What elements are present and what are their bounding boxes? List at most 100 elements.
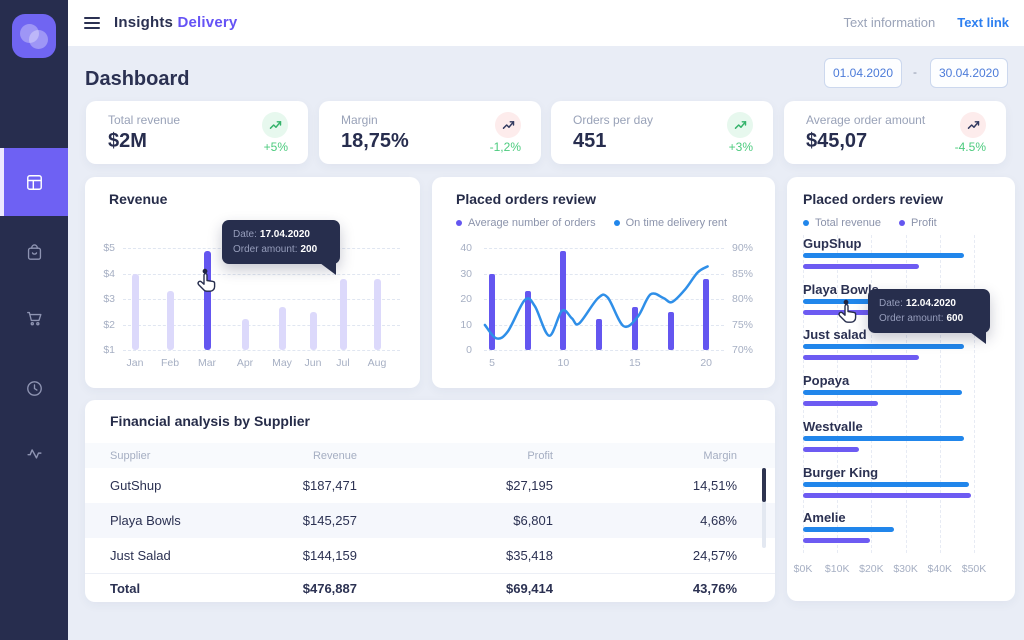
- revenue-bar-jun[interactable]: [310, 312, 317, 350]
- menu-icon[interactable]: [84, 17, 100, 29]
- x-axis-label: Jul: [329, 357, 357, 369]
- table-header-row: SupplierRevenueProfitMargin: [85, 443, 775, 468]
- orders-bar-x10[interactable]: [560, 251, 566, 350]
- supplier-name: GupShup: [803, 236, 862, 251]
- orders-bar-x17.5[interactable]: [668, 312, 674, 350]
- total-value-cell: 43,76%: [553, 581, 737, 596]
- revenue-bar-apr[interactable]: [242, 319, 249, 350]
- total-value-cell: $476,887: [260, 581, 357, 596]
- supplier-revenue-bar[interactable]: [803, 253, 964, 258]
- trend-up-icon: [727, 112, 753, 138]
- revenue-bar-may[interactable]: [279, 307, 286, 350]
- kpi-delta: +3%: [729, 140, 753, 154]
- gridline: [123, 299, 400, 300]
- table-scrollbar-thumb[interactable]: [762, 468, 766, 502]
- supplier-profit-bar[interactable]: [803, 447, 859, 452]
- supplier-cell: Playa Bowls: [110, 513, 260, 528]
- y-axis-label: $4: [89, 268, 115, 280]
- x-axis-label: Jun: [299, 357, 327, 369]
- table-row[interactable]: GutShup$187,471$27,19514,51%: [85, 468, 775, 503]
- gridline: [484, 325, 724, 326]
- revenue-bar-jul[interactable]: [340, 279, 347, 350]
- legend-dot-delivery: [614, 220, 620, 226]
- supplier-profit-bar[interactable]: [803, 355, 919, 360]
- revenue-title: Revenue: [109, 191, 167, 207]
- revenue-bar-jan[interactable]: [132, 274, 139, 351]
- supplier-revenue-bar[interactable]: [803, 527, 894, 532]
- value-cell: $6,801: [357, 513, 553, 528]
- x-axis-label: Apr: [231, 357, 259, 369]
- x-axis-label: $30K: [890, 563, 922, 575]
- legend-profit[interactable]: Profit: [911, 217, 937, 229]
- gridline: [484, 274, 724, 275]
- tooltip-amount-value: 600: [946, 313, 963, 324]
- table-row[interactable]: Playa Bowls$145,257$6,8014,68%: [85, 503, 775, 538]
- supplier-cell: Just Salad: [110, 548, 260, 563]
- orders-bar-x20[interactable]: [703, 279, 709, 350]
- value-cell: 24,57%: [553, 548, 737, 563]
- tooltip-amount-label: Order amount:: [233, 244, 297, 255]
- sidebar-item-cart[interactable]: [0, 284, 68, 352]
- tooltip-date-value: 12.04.2020: [906, 298, 956, 309]
- gridline: [123, 350, 400, 351]
- value-cell: $144,159: [260, 548, 357, 563]
- revenue-bar-aug[interactable]: [374, 279, 381, 350]
- orders-bar-x5[interactable]: [489, 274, 495, 351]
- right-axis-label: 90%: [732, 242, 768, 254]
- gridline: [123, 325, 400, 326]
- kpi-value: 18,75%: [341, 130, 409, 153]
- supplier-name: Just salad: [803, 327, 867, 342]
- activity-icon: [25, 444, 44, 463]
- supplier-name: Burger King: [803, 465, 878, 480]
- gridline: [484, 299, 724, 300]
- legend-average-orders[interactable]: Average number of orders: [468, 217, 596, 229]
- kpi-card-4: Average order amount$45,07-4.5%: [784, 101, 1006, 164]
- supplier-profit-bar[interactable]: [803, 401, 878, 406]
- date-to-button[interactable]: 30.04.2020: [930, 58, 1008, 88]
- tooltip-beak: [320, 263, 336, 275]
- supplier-revenue-bar[interactable]: [803, 482, 969, 487]
- sidebar-item-history[interactable]: [0, 354, 68, 422]
- orders-bar-x15[interactable]: [632, 307, 638, 350]
- supplier-profit-bar[interactable]: [803, 538, 870, 543]
- table-row[interactable]: Just Salad$144,159$35,41824,57%: [85, 538, 775, 573]
- x-axis-label: $0K: [787, 563, 819, 575]
- orders-bar-x12.5[interactable]: [596, 319, 602, 350]
- value-cell: $27,195: [357, 478, 553, 493]
- date-separator: -: [908, 65, 922, 79]
- clock-icon: [25, 379, 44, 398]
- x-axis-label: 5: [478, 357, 506, 369]
- revenue-card: Revenue $5$4$3$2$1JanFebMarAprMayJunJulA…: [85, 177, 420, 388]
- supplier-revenue-bar[interactable]: [803, 436, 964, 441]
- right-axis-label: 70%: [732, 344, 768, 356]
- legend-delivery-rent[interactable]: On time delivery rent: [626, 217, 727, 229]
- suppliers-tooltip: Date:12.04.2020 Order amount:600: [868, 289, 990, 333]
- total-value-cell: $69,414: [357, 581, 553, 596]
- suppliers-legend: Total revenue Profit: [803, 217, 949, 229]
- legend-dot-profit: [899, 220, 905, 226]
- kpi-delta: -1,2%: [490, 140, 521, 154]
- revenue-bar-mar[interactable]: [204, 251, 211, 350]
- text-link[interactable]: Text link: [957, 15, 1009, 30]
- placed-orders-title: Placed orders review: [456, 191, 596, 207]
- sidebar-item-activity[interactable]: [0, 419, 68, 487]
- revenue-bar-feb[interactable]: [167, 291, 174, 350]
- x-axis-label: $40K: [924, 563, 956, 575]
- sidebar-item-orders[interactable]: [0, 218, 68, 286]
- left-axis-label: 40: [448, 242, 472, 254]
- table-total-row: Total$476,887$69,41443,76%: [85, 573, 775, 602]
- supplier-profit-bar[interactable]: [803, 264, 919, 269]
- topbar-links: Text information Text link: [843, 15, 1009, 30]
- supplier-revenue-bar[interactable]: [803, 390, 962, 395]
- brand-bold: Insights: [114, 14, 173, 31]
- x-axis-label: 20: [692, 357, 720, 369]
- orders-bar-x7.5[interactable]: [525, 291, 531, 350]
- sidebar-item-dashboard[interactable]: [0, 148, 68, 216]
- x-axis-label: $50K: [958, 563, 990, 575]
- date-from-button[interactable]: 01.04.2020: [824, 58, 902, 88]
- supplier-revenue-bar[interactable]: [803, 344, 964, 349]
- kpi-value: $45,07: [806, 130, 867, 153]
- supplier-profit-bar[interactable]: [803, 493, 971, 498]
- left-axis-label: 20: [448, 293, 472, 305]
- legend-total-revenue[interactable]: Total revenue: [815, 217, 881, 229]
